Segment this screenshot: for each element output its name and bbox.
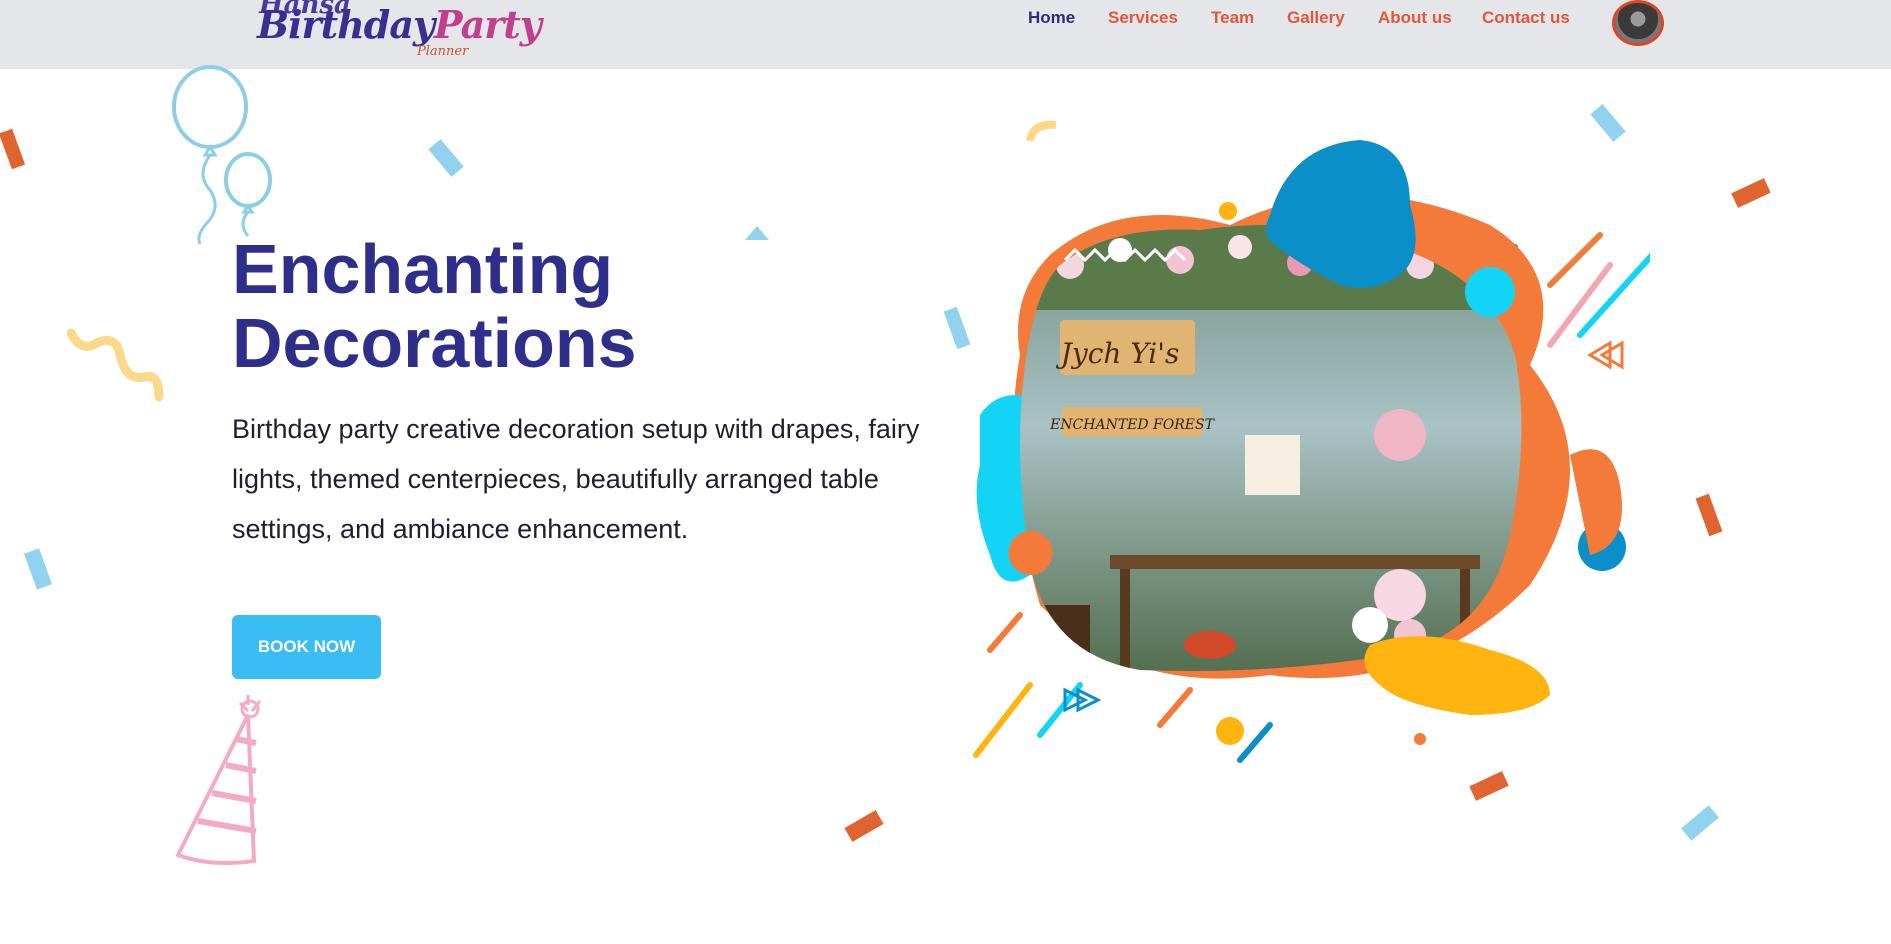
hero-title-line1: Enchanting [232,230,614,308]
squiggle-icon [66,328,164,402]
accent-line [987,612,1023,653]
confetti-icon [23,548,53,590]
yellow-dot [1216,717,1244,745]
confetti-icon [428,139,464,177]
confetti-icon [844,810,884,842]
cyan-dot [1465,267,1515,317]
yellow-dot [1219,202,1237,220]
confetti-icon [943,306,971,350]
hero-image: Jych Yi's ENCHANTED FOREST [973,140,1650,763]
confetti-icon [1681,805,1719,841]
confetti-icon [1469,771,1509,801]
yellow-blob [1364,636,1550,715]
nav-about[interactable]: About us [1378,8,1452,28]
orange-dot [1008,531,1053,575]
party-hat-icon [175,695,262,865]
hero-title: Enchanting Decorations [232,232,637,380]
confetti-icon [745,226,769,240]
nav-home[interactable]: Home [1028,8,1075,28]
site-header: Hansa BirthdayParty Planner Home Service… [0,0,1891,69]
confetti-icon [1695,493,1723,537]
logo-line3: Planner [417,44,469,59]
hero-title-line2: Decorations [232,304,637,382]
sign-subtitle: ENCHANTED FOREST [1049,417,1216,433]
nav-contact[interactable]: Contact us [1482,8,1570,28]
accent-line [1577,252,1650,338]
balloon-icon [172,65,272,245]
accent-line [1547,232,1603,288]
nav-services[interactable]: Services [1108,8,1178,28]
confetti-icon [1731,178,1771,208]
accent-line [1157,687,1193,728]
nav-team[interactable]: Team [1211,8,1254,28]
orange-dot [1414,733,1426,745]
site-logo[interactable]: Hansa BirthdayParty Planner [255,0,542,66]
triangle-icon [1587,340,1624,370]
nav-gallery[interactable]: Gallery [1287,8,1345,28]
confetti-icon [0,128,26,170]
user-avatar[interactable] [1612,0,1664,46]
sign-name: Jych Yi's [1056,337,1180,370]
book-now-button[interactable]: BOOK NOW [232,615,381,679]
accent-line [1037,682,1083,738]
logo-line2: BirthdayParty [257,2,542,47]
accent-line [973,682,1033,758]
hero-description: Birthday party creative decoration setup… [232,414,920,544]
accent-line [1237,722,1273,763]
